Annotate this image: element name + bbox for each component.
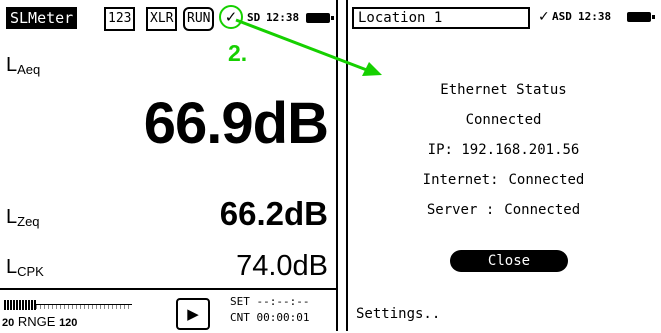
close-button[interactable]: Close — [450, 250, 568, 272]
right-status-bar: Location 1 ✓ ASD 12:38 — [352, 4, 658, 29]
server-value: Connected — [504, 202, 581, 218]
left-status-bar: SLMeter 123 XLR RUN ✓ SD 12:38 — [4, 4, 334, 32]
lzeq-label: LZeq — [6, 206, 40, 229]
settings-link[interactable]: Settings.. — [356, 306, 440, 322]
internet-status: Internet: Connected — [348, 172, 659, 188]
check-icon-small: ✓ — [538, 9, 550, 25]
tag-123[interactable]: 123 — [104, 7, 136, 31]
slmeter-screen: SLMeter 123 XLR RUN ✓ SD 12:38 2. LAeq 6… — [0, 0, 338, 331]
check-icon[interactable]: ✓ — [219, 5, 243, 29]
laeq-label: LAeq — [6, 54, 41, 77]
play-button[interactable]: ▶ — [176, 298, 210, 330]
location-field[interactable]: Location 1 — [352, 7, 530, 29]
internet-value: Connected — [508, 172, 585, 188]
server-status: Server : Connected — [348, 202, 659, 218]
ethernet-state: Connected — [465, 112, 542, 128]
range-label: RNGE — [17, 314, 56, 329]
lzeq-value: 66.2dB — [219, 195, 328, 232]
lcpk-label: LCPK — [6, 256, 44, 279]
range-low: 20 — [2, 317, 15, 329]
ethernet-title: Ethernet Status — [440, 82, 567, 98]
tag-xlr[interactable]: XLR — [146, 7, 178, 31]
right-clock: 12:38 — [578, 10, 612, 23]
ethernet-status-screen: Location 1 ✓ ASD 12:38 Ethernet Status C… — [346, 0, 661, 331]
level-meter — [4, 300, 36, 310]
left-clock: 12:38 — [266, 11, 300, 24]
range-indicator[interactable]: 20 RNGE 120 — [2, 314, 77, 329]
bottom-strip: 20 RNGE 120 ▶ SET --:--:-- CNT 00:00:01 — [0, 288, 336, 333]
range-high: 120 — [59, 317, 78, 329]
step-label: 2. — [228, 40, 248, 66]
internet-label: Internet: — [422, 172, 499, 188]
play-icon: ▶ — [187, 305, 199, 323]
ip-address: IP: 192.168.201.56 — [427, 142, 580, 158]
battery-icon — [306, 13, 334, 23]
count-timer: CNT 00:00:01 — [230, 311, 310, 324]
tag-run[interactable]: RUN — [183, 7, 215, 31]
server-label: Server : — [426, 202, 495, 218]
level-meter-track — [36, 304, 132, 309]
laeq-value: 66.9dB — [143, 91, 329, 156]
sd-label: SD — [247, 11, 261, 24]
battery-icon — [627, 12, 655, 22]
asd-label: ASD — [552, 10, 572, 23]
app-title: SLMeter — [6, 7, 78, 29]
set-timer: SET --:--:-- — [230, 295, 310, 308]
lcpk-value: 74.0dB — [236, 250, 328, 282]
